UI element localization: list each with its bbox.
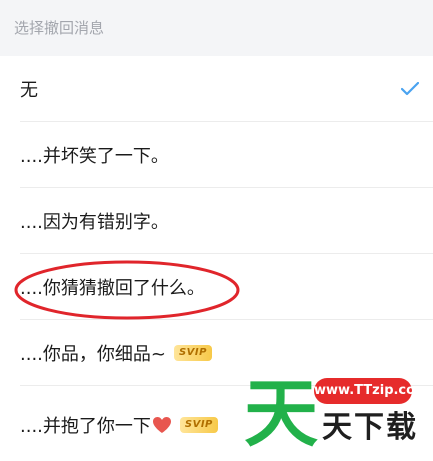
- option-grin[interactable]: ....并坏笑了一下。: [0, 122, 433, 188]
- option-typo[interactable]: ....因为有错别字。: [0, 188, 433, 254]
- option-label: ....你猜猜撤回了什么。: [20, 278, 205, 299]
- option-label: ....并坏笑了一下。: [20, 146, 169, 167]
- option-label: 无: [20, 80, 38, 101]
- svip-badge: SVIP: [179, 417, 218, 433]
- option-savor[interactable]: ....你品，你细品~ SVIP: [0, 320, 433, 386]
- checkmark-icon: [401, 82, 419, 96]
- option-label: ....因为有错别字。: [20, 212, 169, 233]
- heart-icon: [152, 417, 171, 433]
- watermark-url: www.TTzip.com: [314, 378, 429, 404]
- option-label: ....并抱了你一下: [20, 416, 151, 437]
- option-label: ....你品，你细品~: [20, 344, 166, 365]
- watermark-logo: 天: [244, 371, 318, 457]
- watermark-text: 天下载: [322, 410, 418, 445]
- svip-badge: SVIP: [173, 345, 212, 361]
- option-guess[interactable]: ....你猜猜撤回了什么。: [0, 254, 433, 320]
- section-header: 选择撤回消息: [0, 0, 433, 56]
- option-none[interactable]: 无: [0, 56, 433, 122]
